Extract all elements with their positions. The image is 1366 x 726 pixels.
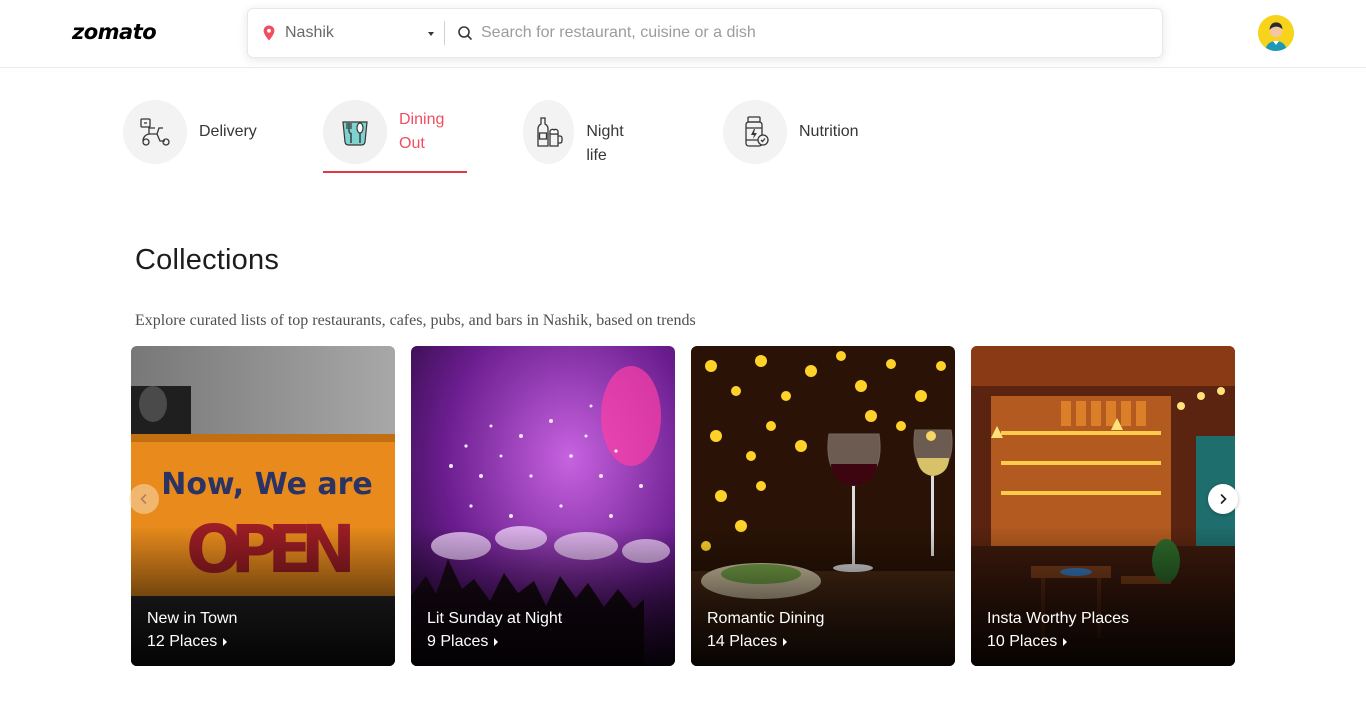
search-bar: Nashik	[247, 8, 1163, 58]
collection-card-count-label: 10 Places	[987, 633, 1058, 650]
chevron-right-icon	[1220, 494, 1227, 504]
search-input[interactable]	[481, 24, 1121, 42]
scooter-icon	[140, 118, 170, 146]
tab-nutrition-icon-circle	[723, 100, 787, 164]
collection-card-count: 12 Places	[147, 633, 228, 651]
collection-card-count-label: 12 Places	[147, 633, 218, 650]
collection-card-title: Insta Worthy Places	[987, 610, 1129, 627]
collection-card-new-in-town[interactable]: Now, We are OPEN New in Town 12 Places	[131, 346, 395, 666]
collection-card-title: Romantic Dining	[707, 610, 825, 627]
search-field[interactable]	[445, 9, 1162, 57]
zomato-logo[interactable]: zomato	[72, 20, 157, 44]
collection-card-title: New in Town	[147, 610, 238, 627]
user-avatar[interactable]	[1258, 15, 1294, 51]
tab-night-life-icon-circle	[523, 100, 575, 164]
location-selector[interactable]: Nashik	[248, 9, 444, 57]
tab-dining-out-label: Dining Out	[399, 111, 445, 152]
search-icon	[458, 26, 472, 40]
tab-delivery[interactable]: Delivery	[123, 100, 257, 174]
top-header: zomato Nashik	[0, 0, 1366, 68]
caret-right-icon	[1063, 638, 1068, 646]
collection-card-count-label: 9 Places	[427, 633, 489, 650]
active-tab-indicator	[323, 171, 467, 173]
collections-title: Collections	[135, 244, 280, 276]
collection-card-insta-worthy-places[interactable]: Insta Worthy Places 10 Places	[971, 346, 1235, 666]
collection-card-lit-sunday-at-night[interactable]: Lit Sunday at Night 9 Places	[411, 346, 675, 666]
carousel-prev-button[interactable]	[129, 484, 159, 514]
tab-delivery-label: Delivery	[199, 123, 257, 140]
supplement-jar-icon	[745, 116, 769, 147]
collection-card-count: 9 Places	[427, 633, 499, 651]
collection-card-count-label: 14 Places	[707, 633, 778, 650]
collection-card-title: Lit Sunday at Night	[427, 610, 563, 627]
collection-card-count: 10 Places	[987, 633, 1068, 651]
tab-night-life-label: Night life	[586, 123, 624, 164]
dining-icon	[342, 121, 368, 146]
tab-delivery-icon-circle	[123, 100, 187, 164]
drinks-icon	[537, 117, 563, 147]
location-label: Nashik	[285, 24, 334, 41]
caret-right-icon	[223, 638, 228, 646]
tab-nutrition-label: Nutrition	[799, 123, 859, 140]
collection-card-count: 14 Places	[707, 633, 788, 651]
collection-card-romantic-dining[interactable]: Romantic Dining 14 Places	[691, 346, 955, 666]
svg-text:Now, We are: Now, We are	[161, 467, 373, 502]
caret-right-icon	[494, 638, 499, 646]
caret-right-icon	[783, 638, 788, 646]
user-avatar-icon	[1258, 15, 1294, 51]
carousel-next-button[interactable]	[1208, 484, 1238, 514]
chevron-down-icon	[428, 32, 434, 36]
tab-night-life[interactable]: Night life	[523, 100, 636, 174]
collections-subtitle: Explore curated lists of top restaurants…	[135, 312, 696, 329]
chevron-left-icon	[140, 494, 147, 504]
tab-nutrition[interactable]: Nutrition	[723, 100, 859, 174]
tab-dining-out-icon-circle	[323, 100, 387, 164]
location-pin-icon	[263, 25, 275, 41]
tab-dining-out[interactable]: Dining Out	[323, 100, 455, 174]
